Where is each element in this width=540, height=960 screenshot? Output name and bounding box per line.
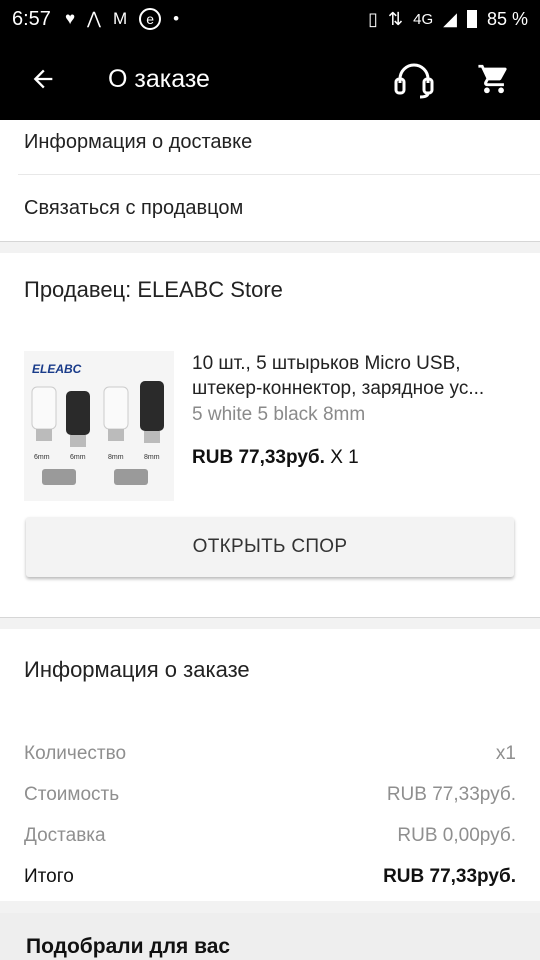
back-button[interactable] <box>18 54 68 104</box>
network-type: 4G <box>413 10 434 28</box>
order-row-total: Итого RUB 77,33руб. <box>0 856 540 897</box>
seller-section: Продавец: ELEABC Store ELEABC 6mm 6mm 8m… <box>0 253 540 617</box>
battery-level: 85 % <box>486 8 528 29</box>
row-value: RUB 77,33руб. <box>386 783 516 805</box>
product-thumbnail[interactable]: ELEABC 6mm 6mm 8mm 8mm <box>24 351 174 501</box>
cart-icon <box>478 64 507 94</box>
mail-icon: M <box>112 9 128 28</box>
contact-seller-link[interactable]: Связаться с продавцом <box>0 175 540 241</box>
order-row-delivery: Доставка RUB 0,00руб. <box>0 815 540 856</box>
row-value: x1 <box>495 742 516 764</box>
status-time: 6:57 <box>12 7 51 30</box>
status-bar: 6:57 ♥ ⋀ M e • ▯ ⇅ 4G ◢ 85 % <box>0 0 540 38</box>
row-value: RUB 0,00руб. <box>397 824 516 846</box>
wifi-calling-icon: ⇅ <box>388 8 404 29</box>
product-name-line-1[interactable]: 10 шт., 5 штырьков Micro USB, <box>192 351 516 376</box>
arrow-left-icon <box>33 69 53 89</box>
order-info-section: Информация о заказе Количество x1 Стоимо… <box>0 629 540 901</box>
open-dispute-button[interactable]: ОТКРЫТЬ СПОР <box>26 517 514 577</box>
cart-button[interactable] <box>466 51 522 107</box>
seller-name[interactable]: Продавец: ELEABC Store <box>0 253 540 331</box>
row-label: Стоимость <box>24 783 120 805</box>
recommendations-title: Подобрали для вас <box>0 913 540 960</box>
svg-text:8mm: 8mm <box>108 454 124 461</box>
heart-rate-icon: ♥ <box>64 9 76 28</box>
order-row-cost: Стоимость RUB 77,33руб. <box>0 774 540 815</box>
order-info-title: Информация о заказе <box>24 657 250 682</box>
svg-text:6mm: 6mm <box>70 454 86 461</box>
links-section: Информация о доставке Связаться с продав… <box>0 120 540 241</box>
activity-icon: ⋀ <box>87 9 101 28</box>
row-label: Количество <box>24 742 127 764</box>
product-quantity: X 1 <box>324 447 359 468</box>
product-price: RUB 77,33руб. <box>192 447 325 468</box>
toolbar: О заказе <box>0 38 540 120</box>
product-variant: 5 white 5 black 8mm <box>192 404 366 425</box>
svg-text:6mm: 6mm <box>34 454 50 461</box>
section-gap <box>0 241 540 253</box>
support-button[interactable] <box>386 51 442 107</box>
row-label: Доставка <box>24 824 106 846</box>
order-row-quantity: Количество x1 <box>0 733 540 774</box>
delivery-info-link[interactable]: Информация о доставке <box>0 120 540 174</box>
product-price-row: RUB 77,33руб. X 1 <box>192 447 516 469</box>
e-app-icon: e <box>139 8 162 30</box>
signal-icon: ◢ <box>443 8 457 29</box>
battery-icon <box>466 10 477 28</box>
row-label: Итого <box>24 865 74 887</box>
row-value: RUB 77,33руб. <box>383 865 516 887</box>
product-item[interactable]: ELEABC 6mm 6mm 8mm 8mm 10 шт., 5 штырько… <box>0 331 540 502</box>
product-name-line-2[interactable]: штекер-коннектор, зарядное ус... <box>192 376 516 401</box>
vibrate-icon: ▯ <box>368 8 379 29</box>
product-image: ELEABC 6mm 6mm 8mm 8mm <box>24 351 174 501</box>
dot-icon: • <box>173 9 180 28</box>
page-title: О заказе <box>108 64 210 93</box>
brand-logo: ELEABC <box>32 362 82 376</box>
headset-icon <box>394 63 434 99</box>
svg-text:8mm: 8mm <box>144 454 160 461</box>
section-gap <box>0 617 540 629</box>
